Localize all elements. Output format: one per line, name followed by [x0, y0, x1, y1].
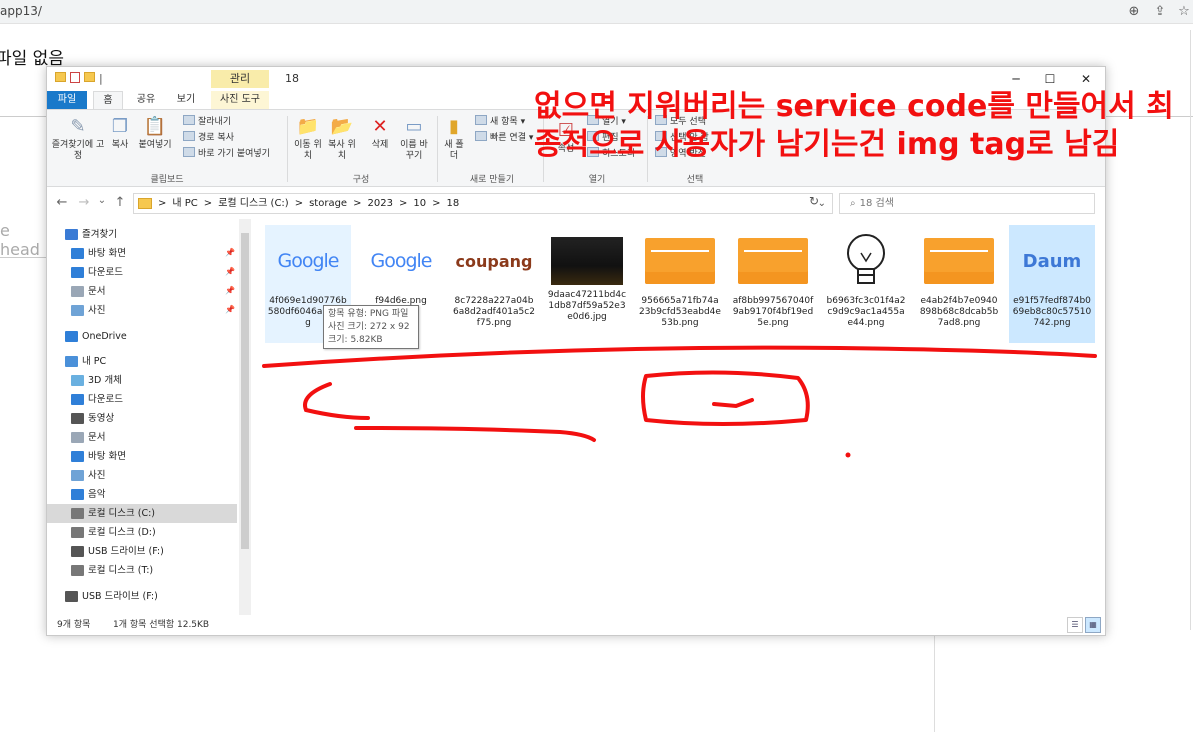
scribble-line	[354, 426, 596, 442]
scribble-underline	[262, 345, 1097, 368]
scribble-mark	[712, 398, 754, 409]
scribble-left-arrow	[303, 382, 370, 420]
scribble-box	[641, 370, 810, 426]
scribble-dot	[845, 452, 851, 458]
annotation-scribble	[262, 345, 1097, 458]
